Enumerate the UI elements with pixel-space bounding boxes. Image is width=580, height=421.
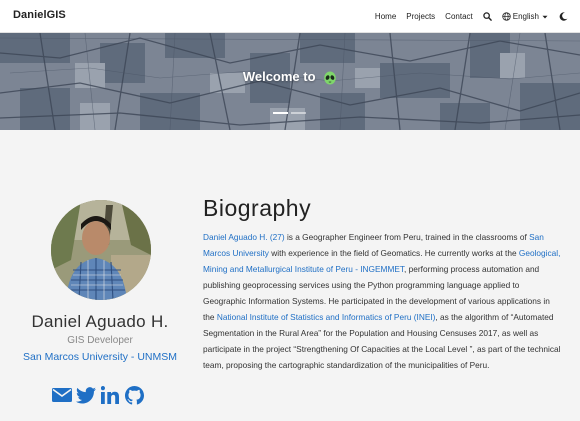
globe-icon (502, 12, 511, 21)
navbar: DanielGIS Home Projects Contact English (0, 0, 580, 33)
carousel-indicator-1[interactable] (273, 112, 288, 114)
caret-down-icon (542, 15, 548, 18)
search-icon[interactable] (483, 12, 493, 22)
github-icon[interactable] (124, 385, 144, 405)
bio-text-1: is a Geographer Engineer from Peru, trai… (284, 232, 530, 242)
hero-title-text: Welcome to (242, 69, 316, 84)
biography-text: Daniel Aguado H. (27) is a Geographer En… (203, 229, 563, 373)
social-links (52, 385, 148, 405)
nav-menu: Home Projects Contact English (365, 0, 568, 33)
bio-text-2: with experience in the field of Geomatic… (268, 248, 519, 258)
profile-university-link[interactable]: San Marcos University - UNMSM (0, 351, 200, 363)
bio-inei-link[interactable]: National Institute of Statistics and Inf… (217, 312, 436, 322)
brand-logo[interactable]: DanielGIS (13, 9, 66, 21)
moon-icon[interactable] (558, 12, 568, 22)
twitter-icon[interactable] (76, 385, 96, 405)
nav-link-contact[interactable]: Contact (445, 12, 473, 21)
language-dropdown[interactable]: English (502, 12, 548, 21)
language-label: English (512, 12, 539, 21)
hero-carousel[interactable]: Welcome to (0, 33, 580, 130)
carousel-indicator-2[interactable] (291, 112, 306, 114)
nav-link-home[interactable]: Home (375, 12, 396, 21)
profile-role: GIS Developer (67, 335, 133, 346)
email-icon[interactable] (52, 385, 72, 405)
profile-name: Daniel Aguado H. (31, 312, 169, 331)
linkedin-icon[interactable] (100, 385, 120, 405)
avatar (51, 200, 151, 300)
hero-title: Welcome to (0, 69, 580, 85)
nav-link-projects[interactable]: Projects (406, 12, 435, 21)
bio-author-link[interactable]: Daniel Aguado H. (27) (203, 232, 285, 242)
biography-title: Biography (203, 195, 312, 221)
alien-icon (324, 71, 336, 85)
